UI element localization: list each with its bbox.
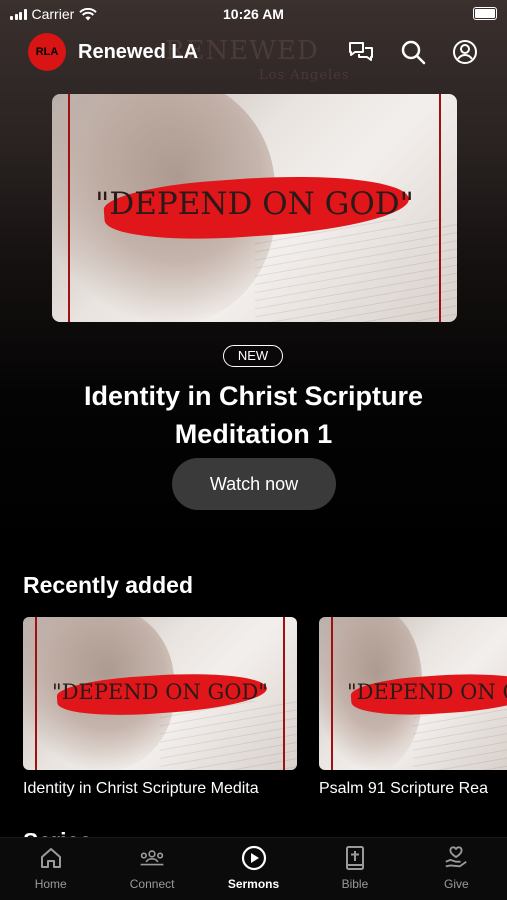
recently-added-heading: Recently added xyxy=(23,572,193,598)
bible-icon xyxy=(342,845,368,871)
recent-card-title[interactable]: Psalm 91 Scripture Rea xyxy=(319,780,507,798)
tab-label: Bible xyxy=(341,877,369,891)
new-badge: NEW xyxy=(223,345,283,367)
tab-give[interactable]: Give xyxy=(406,838,507,900)
recent-card-thumbnail-text: "DEPEND ON GOD" xyxy=(52,680,268,704)
chat-icon[interactable] xyxy=(347,38,375,66)
recent-card-thumbnail[interactable]: "DEPEND ON G xyxy=(319,617,507,770)
recent-card-title[interactable]: Identity in Christ Scripture Medita xyxy=(23,780,299,798)
app-title: Renewed LA xyxy=(78,40,199,63)
profile-icon[interactable] xyxy=(451,38,479,66)
thumbnail-frame-line xyxy=(331,617,333,770)
tab-label: Sermons xyxy=(227,877,280,891)
tab-label: Give xyxy=(443,877,469,891)
hero-title: Identity in Christ Scripture Meditation … xyxy=(83,381,424,449)
search-icon[interactable] xyxy=(399,38,427,66)
tab-label: Connect xyxy=(129,877,175,891)
status-bar: Carrier 10:26 AM xyxy=(0,0,507,28)
status-time: 10:26 AM xyxy=(223,6,284,22)
give-icon xyxy=(443,845,469,871)
tab-label: Home xyxy=(34,877,67,891)
people-icon xyxy=(139,845,165,871)
tab-sermons[interactable]: Sermons xyxy=(203,838,304,900)
hero-thumbnail-text: "DEPEND ON GOD" xyxy=(95,186,414,222)
recent-card-thumbnail-text: "DEPEND ON G xyxy=(347,680,507,704)
battery-icon xyxy=(473,7,497,20)
tab-home[interactable]: Home xyxy=(0,838,101,900)
tab-bible[interactable]: Bible xyxy=(304,838,405,900)
app-header: RLA Renewed LA xyxy=(28,32,479,72)
home-icon xyxy=(38,845,64,871)
play-circle-icon xyxy=(241,845,267,871)
app-logo[interactable]: RLA xyxy=(28,33,66,71)
watch-now-button[interactable]: Watch now xyxy=(172,458,336,510)
thumbnail-paper xyxy=(254,219,457,322)
hero-thumbnail[interactable]: "DEPEND ON GOD" xyxy=(52,94,457,322)
recent-card-thumbnail[interactable]: "DEPEND ON GOD" xyxy=(23,617,297,770)
header-actions xyxy=(347,38,479,66)
tab-bar: Home Connect Sermons Bible Give xyxy=(0,837,507,900)
tab-connect[interactable]: Connect xyxy=(101,838,202,900)
